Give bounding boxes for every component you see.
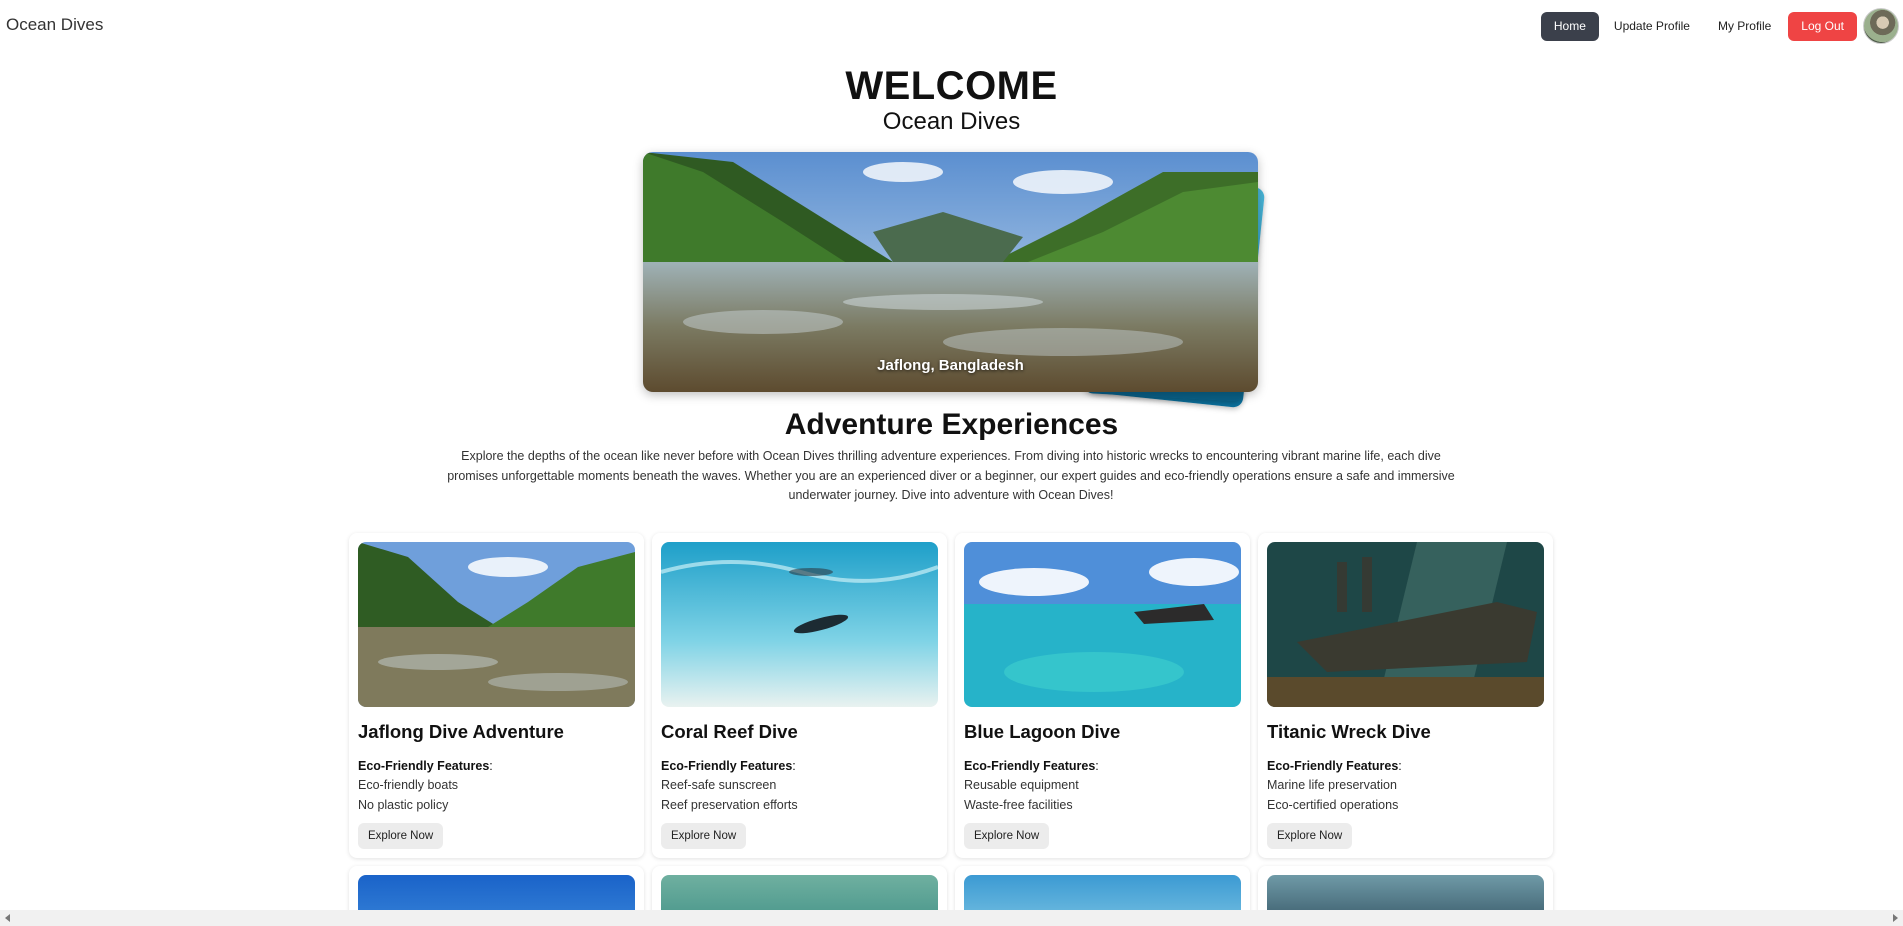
feature-item: Waste-free facilities — [964, 798, 1073, 812]
section-description: Explore the depths of the ocean like nev… — [447, 449, 1455, 502]
feature-item: Reef preservation efforts — [661, 798, 798, 812]
navbar: Ocean Dives Home Update Profile My Profi… — [0, 0, 1903, 50]
features-label: Eco-Friendly Features: — [1267, 759, 1402, 773]
card-image — [964, 542, 1241, 707]
nav-links: Home Update Profile My Profile Log Out — [1539, 8, 1903, 44]
feature-item: Reusable equipment — [964, 778, 1079, 792]
card-title: Coral Reef Dive — [661, 721, 798, 742]
scroll-right-icon[interactable] — [1893, 914, 1898, 922]
adventure-card: Jaflong Dive Adventure Eco-Friendly Feat… — [349, 533, 644, 858]
card-title: Jaflong Dive Adventure — [358, 721, 564, 742]
feature-item: No plastic policy — [358, 798, 449, 812]
card-image — [661, 542, 938, 707]
features-label: Eco-Friendly Features: — [964, 759, 1099, 773]
welcome-heading: WELCOME — [845, 64, 1058, 108]
home-button[interactable]: Home — [1540, 11, 1599, 41]
adventure-card: Blue Lagoon Dive Eco-Friendly Features: … — [955, 533, 1250, 858]
section-title: Adventure Experiences — [784, 408, 1119, 441]
horizontal-scrollbar[interactable] — [0, 910, 1903, 926]
scroll-left-icon[interactable] — [5, 914, 10, 922]
explore-now-button[interactable]: Explore Now — [358, 823, 444, 849]
explore-now-button[interactable]: Explore Now — [661, 823, 747, 849]
explore-now-button[interactable]: Explore Now — [964, 823, 1050, 849]
card-title: Titanic Wreck Dive — [1267, 721, 1431, 742]
adventure-card: Titanic Wreck Dive Eco-Friendly Features… — [1258, 533, 1553, 858]
feature-item: Reef-safe sunscreen — [661, 778, 777, 792]
feature-item: Eco-friendly boats — [358, 778, 459, 792]
feature-item: Eco-certified operations — [1267, 798, 1399, 812]
feature-item: Marine life preservation — [1267, 778, 1397, 792]
jaflong-river-image — [643, 152, 1258, 392]
brand-logo-text[interactable]: Ocean Dives — [6, 15, 103, 35]
slide-caption: Jaflong, Bangladesh — [877, 357, 1024, 374]
features-label: Eco-Friendly Features: — [661, 759, 796, 773]
card-title: Blue Lagoon Dive — [964, 721, 1121, 742]
update-profile-link[interactable]: Update Profile — [1601, 12, 1703, 41]
logout-button[interactable]: Log Out — [1788, 11, 1857, 41]
card-image — [1267, 542, 1544, 707]
adventure-card: Coral Reef Dive Eco-Friendly Features: R… — [652, 533, 947, 858]
avatar[interactable] — [1863, 8, 1899, 44]
my-profile-link[interactable]: My Profile — [1705, 12, 1784, 41]
card-image — [358, 542, 635, 707]
explore-now-button[interactable]: Explore Now — [1267, 823, 1353, 849]
features-label: Eco-Friendly Features: — [358, 759, 493, 773]
hero-subtitle: Ocean Dives — [882, 108, 1021, 135]
hero-slider[interactable]: Jaflong, Bangladesh — [643, 152, 1293, 409]
slider-active-slide[interactable]: Jaflong, Bangladesh — [643, 152, 1258, 392]
